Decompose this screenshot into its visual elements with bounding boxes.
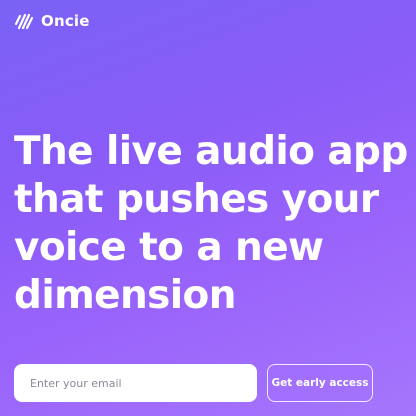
hero-line: The live audio app [14,129,408,174]
hero-headline: The live audio app that pushes your voic… [14,128,414,320]
logo[interactable]: Oncie [14,10,90,32]
oncie-logo-icon [14,13,34,30]
email-input[interactable] [14,364,257,402]
brand-name: Oncie [41,12,90,30]
hero-line: dimension [14,273,236,318]
get-early-access-button[interactable]: Get early access [267,364,373,402]
hero-line: voice to a new [14,225,324,270]
hero-line: that pushes your [14,177,379,222]
